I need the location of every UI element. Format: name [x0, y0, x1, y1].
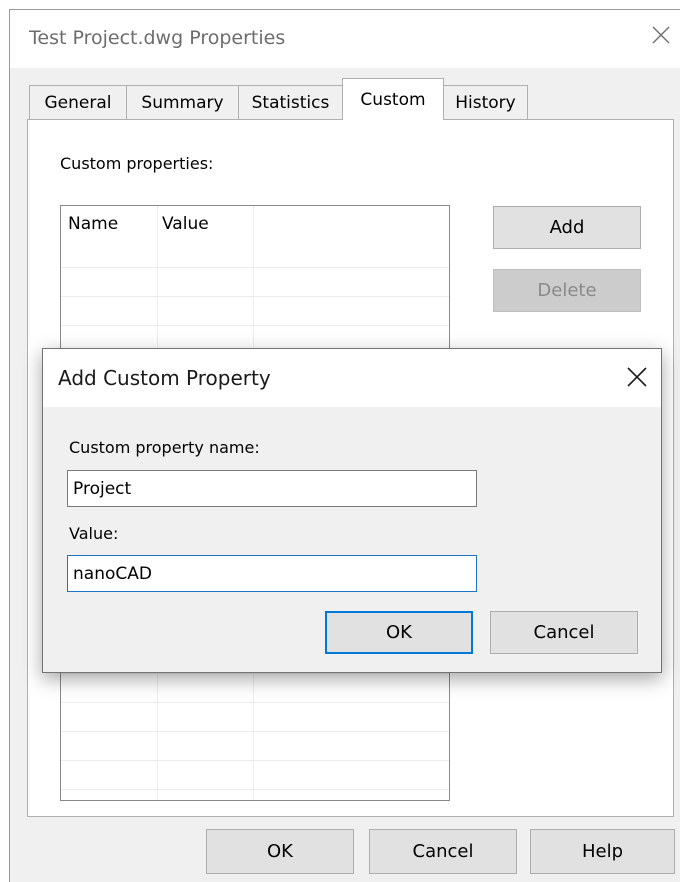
dialog-cancel-button[interactable]: Cancel	[490, 611, 638, 654]
delete-button: Delete	[493, 269, 641, 312]
grid-header-name: Name	[68, 214, 119, 234]
add-custom-property-dialog: Add Custom Property Custom property name…	[42, 348, 662, 673]
help-button[interactable]: Help	[530, 829, 675, 874]
help-button-label: Help	[581, 841, 624, 862]
tab-custom-label: Custom	[360, 90, 426, 110]
dialog-ok-button[interactable]: OK	[325, 611, 473, 654]
grid-header-value: Value	[162, 214, 209, 234]
cancel-button-label: Cancel	[412, 841, 474, 862]
property-value-value: nanoCAD	[73, 563, 152, 584]
tab-general[interactable]: General	[29, 85, 127, 119]
delete-button-label: Delete	[537, 280, 597, 301]
property-name-label: Custom property name:	[69, 438, 260, 457]
cancel-button[interactable]: Cancel	[369, 829, 517, 874]
dialog-cancel-label: Cancel	[533, 622, 595, 643]
tab-history[interactable]: History	[443, 85, 528, 119]
custom-properties-label: Custom properties:	[60, 154, 214, 173]
ok-button-label: OK	[267, 841, 293, 862]
property-value-label: Value:	[69, 524, 119, 543]
dialog-ok-label: OK	[386, 622, 412, 643]
window-titlebar[interactable]: Test Project.dwg Properties	[10, 10, 680, 68]
add-button[interactable]: Add	[493, 206, 641, 249]
tab-summary-label: Summary	[141, 92, 224, 113]
window-title: Test Project.dwg Properties	[29, 27, 286, 49]
property-name-value: Project	[73, 478, 132, 499]
dialog-titlebar[interactable]: Add Custom Property	[43, 349, 661, 407]
ok-button[interactable]: OK	[206, 829, 354, 874]
tab-history-label: History	[455, 92, 516, 113]
tab-general-label: General	[44, 92, 112, 113]
add-button-label: Add	[549, 217, 585, 238]
tab-custom[interactable]: Custom	[342, 78, 444, 120]
tab-statistics-label: Statistics	[251, 92, 330, 113]
dialog-title: Add Custom Property	[58, 366, 271, 390]
close-icon[interactable]	[648, 22, 674, 48]
property-value-input[interactable]: nanoCAD	[67, 555, 477, 592]
tab-statistics[interactable]: Statistics	[238, 85, 343, 119]
property-name-input[interactable]: Project	[67, 470, 477, 507]
tab-summary[interactable]: Summary	[126, 85, 239, 119]
close-icon[interactable]	[623, 363, 651, 391]
